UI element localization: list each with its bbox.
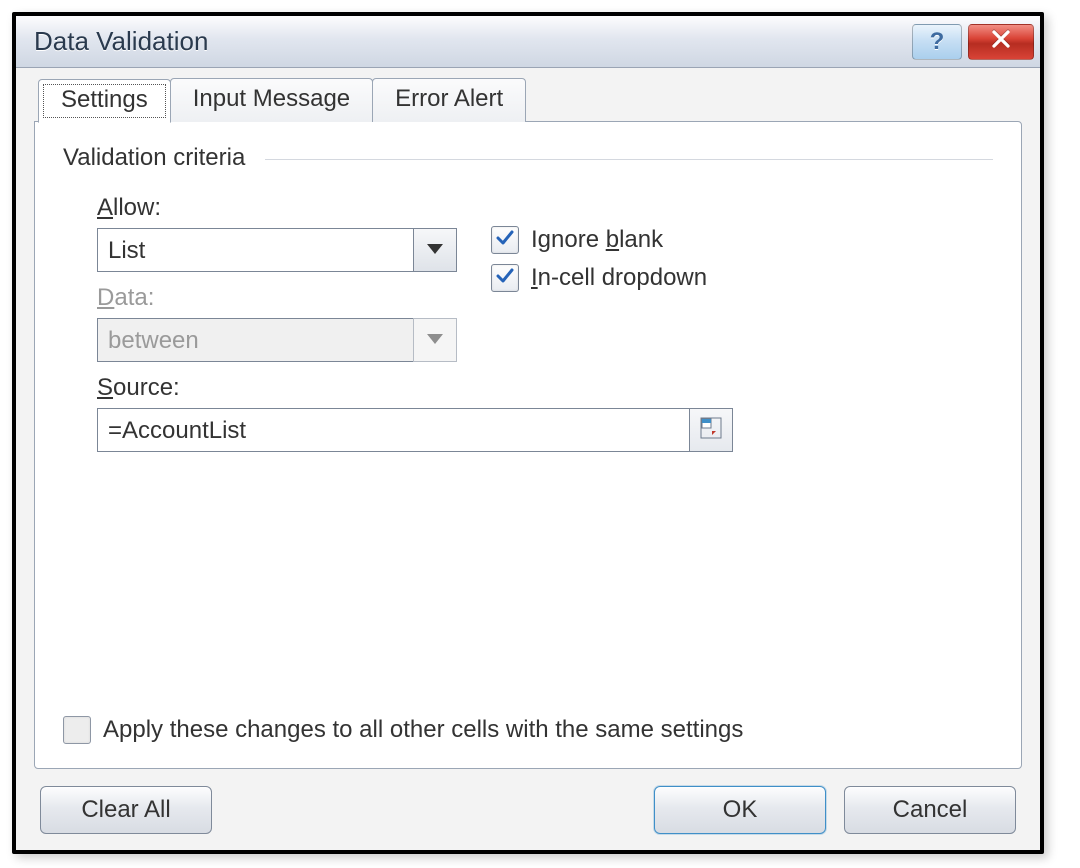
tab-strip: Settings Input Message Error Alert [38,78,1022,122]
data-dropdown: between [97,318,457,362]
in-cell-dropdown-label: In-cell dropdown [531,264,707,292]
source-input-wrap: =AccountList [97,408,733,452]
tab-input-message[interactable]: Input Message [170,78,373,122]
close-icon [990,28,1012,55]
close-button[interactable] [968,24,1034,60]
dialog-content: Settings Input Message Error Alert Valid… [16,68,1040,769]
checkbox-box [491,264,519,292]
allow-dropdown[interactable]: List [97,228,457,272]
cancel-button[interactable]: Cancel [844,786,1016,834]
apply-changes-label: Apply these changes to all other cells w… [103,716,743,744]
settings-panel: Validation criteria Allow: List [34,121,1022,769]
chevron-down-icon [427,331,443,349]
checkmark-icon [495,228,515,253]
tab-error-alert[interactable]: Error Alert [372,78,526,122]
criteria-fields: Allow: List Data: between [63,172,993,452]
source-input[interactable]: =AccountList [97,408,689,452]
data-dropdown-button [413,318,457,362]
allow-dropdown-button[interactable] [413,228,457,272]
allow-label: Allow: [97,194,461,222]
fieldset-divider [265,159,993,160]
dialog-footer: Clear All OK Cancel [16,769,1040,850]
titlebar: Data Validation ? [16,16,1040,68]
ok-button[interactable]: OK [654,786,826,834]
apply-changes-checkbox: Apply these changes to all other cells w… [63,716,743,744]
source-label: Source: [97,374,983,402]
checkbox-box [491,226,519,254]
ignore-blank-label: Ignore blank [531,226,663,254]
chevron-down-icon [427,241,443,259]
clear-all-button[interactable]: Clear All [40,786,212,834]
help-icon: ? [930,28,945,56]
dialog-title: Data Validation [34,26,906,57]
validation-criteria-legend: Validation criteria [63,144,253,172]
data-validation-dialog: Data Validation ? Settings Input Message… [12,12,1044,854]
range-picker-button[interactable] [689,408,733,452]
ignore-blank-checkbox[interactable]: Ignore blank [491,226,983,254]
range-picker-icon [699,416,723,445]
data-label: Data: [97,284,461,312]
checkbox-box [63,716,91,744]
in-cell-dropdown-checkbox[interactable]: In-cell dropdown [491,264,983,292]
data-value: between [97,318,413,362]
checkmark-icon [495,266,515,291]
allow-value: List [97,228,413,272]
tab-settings[interactable]: Settings [38,79,171,123]
help-button[interactable]: ? [912,24,962,60]
